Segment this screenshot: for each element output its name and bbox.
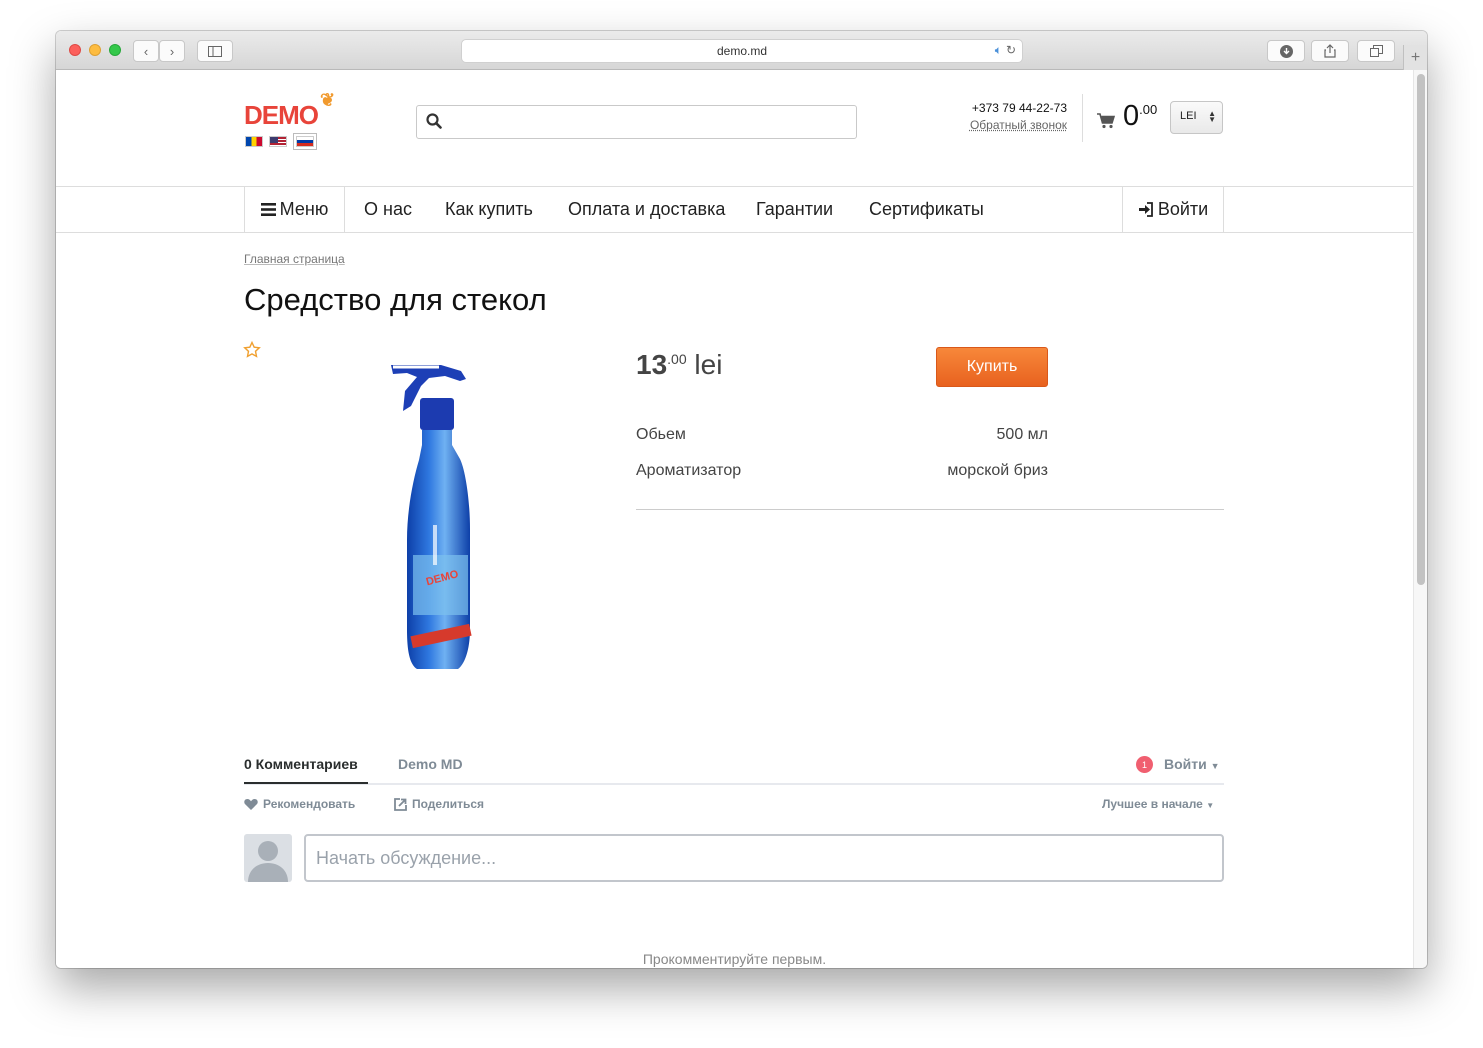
comment-input[interactable]: Начать обсуждение... <box>304 834 1224 882</box>
attribute-value: 500 мл <box>996 426 1048 443</box>
logo-text: DEMO <box>244 100 319 130</box>
search-box[interactable] <box>416 105 857 139</box>
main-nav: Меню О нас Как купить Оплата и доставка … <box>56 186 1413 233</box>
cart-total-dec: .00 <box>1139 102 1158 117</box>
recommend-button[interactable]: Рекомендовать <box>244 797 355 811</box>
page-scrollbar[interactable] <box>1413 70 1427 968</box>
sort-label: Лучшее в начале <box>1102 797 1203 811</box>
attribute-name: Ароматизатор <box>636 462 742 479</box>
caret-down-icon: ▼ <box>1206 801 1215 810</box>
download-icon <box>1279 44 1293 58</box>
attribute-name: Обьем <box>636 426 686 443</box>
butterfly-icon: ❦ <box>320 90 335 110</box>
heart-icon <box>244 799 258 810</box>
buy-button[interactable]: Купить <box>936 347 1048 387</box>
address-bar[interactable]: demo.md 🔈︎ ↻ <box>461 39 1023 63</box>
language-switcher <box>245 133 317 150</box>
user-silhouette-icon <box>248 841 288 882</box>
nav-item-how-to-buy[interactable]: Как купить <box>445 187 533 232</box>
hamburger-icon <box>260 203 276 216</box>
search-icon <box>426 113 442 129</box>
attributes-divider <box>636 509 1224 510</box>
notification-badge[interactable]: 1 <box>1136 756 1153 773</box>
menu-button[interactable]: Меню <box>244 187 345 232</box>
flag-moldova-icon[interactable] <box>245 136 263 147</box>
tab-community[interactable]: Demo MD <box>398 756 463 772</box>
share-button[interactable] <box>1311 40 1349 62</box>
nav-item-about[interactable]: О нас <box>364 187 412 232</box>
phone-number: +373 79 44-22-73 <box>971 101 1067 115</box>
share-icon <box>1324 44 1336 58</box>
sidebar-icon <box>208 45 222 57</box>
back-button[interactable]: ‹ <box>133 40 159 62</box>
sidebar-toggle-button[interactable] <box>197 40 233 62</box>
product-title: Средство для стекол <box>244 282 547 317</box>
comments-tabs-divider <box>244 783 1224 785</box>
chevron-left-icon: ‹ <box>143 43 149 59</box>
browser-window: ‹ › demo.md 🔈︎ ↻ + DEMO ❦ +373 79 44-22-… <box>56 31 1427 968</box>
sort-dropdown[interactable]: Лучшее в начале ▼ <box>1102 797 1214 811</box>
forward-button[interactable]: › <box>159 40 185 62</box>
recommend-label: Рекомендовать <box>263 797 356 811</box>
price-int: 13 <box>636 349 668 380</box>
tab-comments[interactable]: 0 Комментариев <box>244 756 358 772</box>
flag-russia-selected[interactable] <box>293 133 317 150</box>
attribute-value: морской бриз <box>947 462 1048 479</box>
menu-label: Меню <box>279 199 329 219</box>
login-label: Войти <box>1157 199 1209 219</box>
chevron-right-icon: › <box>169 43 175 59</box>
downloads-button[interactable] <box>1267 40 1305 62</box>
currency-select[interactable]: LEI ▲ ▼ <box>1170 101 1223 134</box>
search-input[interactable] <box>451 108 851 136</box>
cart-icon[interactable] <box>1097 113 1115 129</box>
cart-total[interactable]: 0.00 <box>1123 100 1157 133</box>
breadcrumb-home[interactable]: Главная страница <box>244 252 345 266</box>
sign-in-icon <box>1138 202 1153 217</box>
price-dec: .00 <box>667 351 687 367</box>
tabs-overview-button[interactable] <box>1357 40 1395 62</box>
attribute-row-volume: Обьем 500 мл <box>636 426 1048 444</box>
flag-usa-icon[interactable] <box>269 136 287 147</box>
price-currency: lei <box>694 349 723 380</box>
tabs-icon <box>1369 45 1383 57</box>
select-arrows-icon: ▲ ▼ <box>1208 109 1216 124</box>
header-divider <box>1082 94 1083 142</box>
close-window-button[interactable] <box>69 44 81 56</box>
active-tab-indicator <box>244 782 368 784</box>
login-button[interactable]: Войти <box>1122 187 1224 232</box>
share-comments-button[interactable]: Поделиться <box>394 797 484 811</box>
zoom-window-button[interactable] <box>109 44 121 56</box>
plus-icon: + <box>1410 48 1421 66</box>
page-viewport: DEMO ❦ +373 79 44-22-73 Обратный звонок … <box>56 70 1413 968</box>
cart-total-int: 0 <box>1123 100 1140 132</box>
site-logo[interactable]: DEMO ❦ <box>244 90 335 131</box>
url-text: demo.md <box>716 44 768 58</box>
caret-down-icon: ▼ <box>1210 761 1220 771</box>
nav-item-payment-delivery[interactable]: Оплата и доставка <box>568 187 725 232</box>
callback-link[interactable]: Обратный звонок <box>926 118 1067 132</box>
nav-item-warranties[interactable]: Гарантии <box>756 187 833 232</box>
share-box-icon <box>394 797 407 811</box>
new-tab-button[interactable]: + <box>1403 45 1427 70</box>
currency-value: LEI <box>1180 110 1197 122</box>
favorite-star-icon[interactable] <box>243 341 261 359</box>
scrollbar-thumb[interactable] <box>1417 74 1425 585</box>
attribute-row-fragrance: Ароматизатор морской бриз <box>636 462 1048 480</box>
product-image[interactable]: DEMO <box>381 365 491 670</box>
reload-icon[interactable]: ↻ <box>1006 43 1016 57</box>
flag-russia-icon <box>296 136 314 147</box>
comments-login-dropdown[interactable]: Войти ▼ <box>1164 756 1220 772</box>
minimize-window-button[interactable] <box>89 44 101 56</box>
browser-titlebar: ‹ › demo.md 🔈︎ ↻ + <box>56 31 1427 70</box>
share-label: Поделиться <box>412 797 485 811</box>
product-price: 13.00 lei <box>636 349 722 381</box>
audio-icon[interactable]: 🔈︎ <box>995 43 1002 57</box>
avatar <box>244 834 292 882</box>
nav-item-certificates[interactable]: Сертификаты <box>869 187 984 232</box>
comments-login-label: Войти <box>1164 756 1207 772</box>
empty-comments-message: Прокомментируйте первым. <box>642 951 827 967</box>
